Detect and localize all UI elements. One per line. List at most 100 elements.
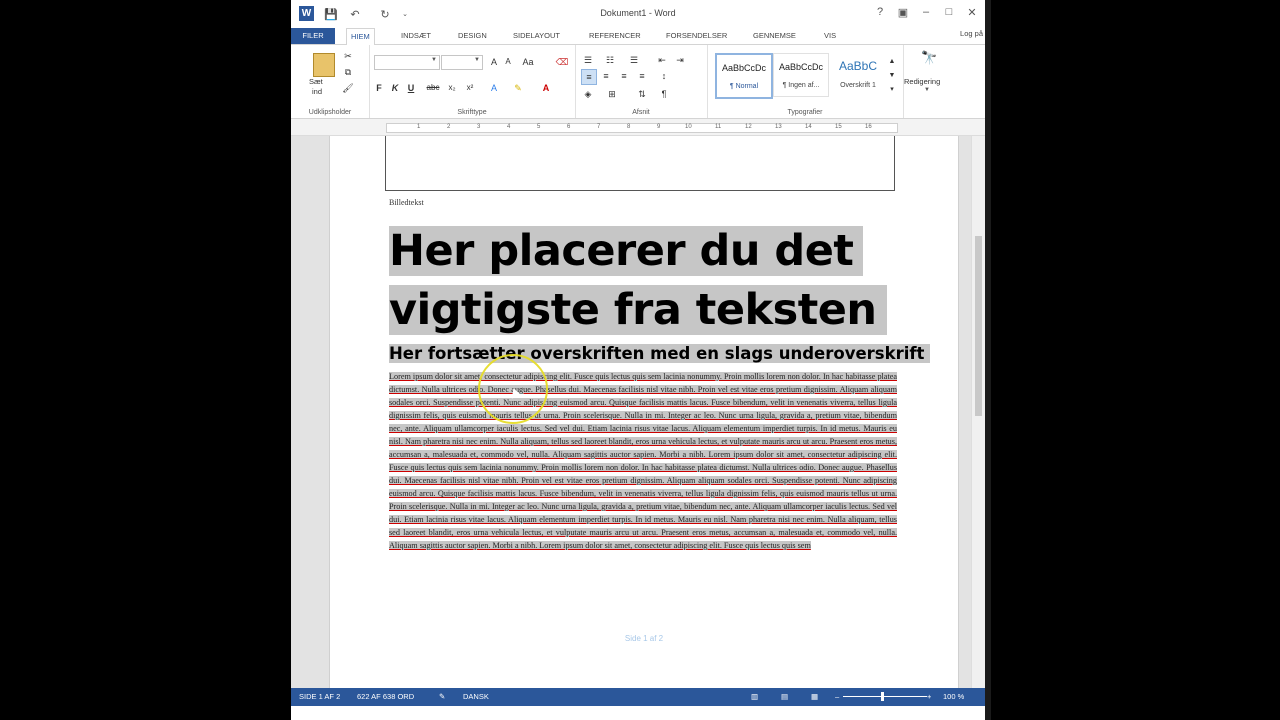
body-text-content: Lorem ipsum dolor sit amet, consectetur … (389, 372, 897, 550)
style-normal-name: ¶ Normal (729, 83, 759, 90)
title-bar: W 💾 ↶ ↻ ⌄ Dokument1 - Word ? ▣ – □ ✕ (291, 0, 985, 28)
ruler-tick: 3 (477, 124, 481, 130)
increase-indent-icon[interactable]: ⇥ (673, 53, 687, 67)
tab-design[interactable]: DESIGN (454, 28, 491, 44)
editing-group: 🔭 Redigering ▼ (903, 45, 953, 118)
bold-button[interactable]: F (372, 81, 386, 95)
show-formatting-icon[interactable]: ¶ (657, 87, 671, 101)
scrollbar-thumb[interactable] (975, 236, 982, 416)
shrink-font-icon[interactable]: A (501, 55, 515, 69)
language[interactable]: DANSK (463, 688, 489, 706)
minimize-icon[interactable]: – (919, 6, 933, 18)
image-caption[interactable]: Billedtekst (389, 198, 424, 207)
ruler-tick: 10 (685, 124, 692, 130)
tab-home[interactable]: HIEM (346, 28, 375, 46)
line-spacing-icon[interactable]: ↕ (657, 69, 671, 83)
document-page[interactable]: Billedtekst Her placerer du det vigtigst… (329, 136, 959, 688)
tab-insert[interactable]: INDSÆT (397, 28, 435, 44)
ruler-tick: 6 (567, 124, 571, 130)
style-heading-1[interactable]: AaBbC Overskrift 1 (830, 53, 886, 97)
zoom-slider[interactable] (843, 696, 927, 697)
help-button[interactable]: ? (873, 6, 887, 18)
page-count[interactable]: SIDE 1 AF 2 (299, 688, 340, 706)
headline[interactable]: Her placerer du det vigtigste fra tekste… (389, 222, 949, 340)
tab-layout[interactable]: SIDELAYOUT (509, 28, 564, 44)
font-size-combo[interactable]: ▼ (441, 55, 483, 70)
paste-label-2[interactable]: ind (312, 87, 322, 96)
tab-file[interactable]: FILER (291, 28, 335, 44)
tab-references[interactable]: REFERENCER (585, 28, 645, 44)
styles-more-icon[interactable]: ▾ (885, 83, 899, 97)
sign-in-link[interactable]: Log på (960, 28, 983, 40)
ruler-tick: 14 (805, 124, 812, 130)
style-no-spacing[interactable]: AaBbCcDc ¶ Ingen af... (773, 53, 829, 97)
copy-icon[interactable]: ⧉ (341, 65, 355, 79)
subheadline[interactable]: Her fortsætter overskriften med en slags… (389, 343, 931, 365)
background-strip (985, 0, 991, 720)
maximize-icon[interactable]: □ (942, 6, 956, 18)
editing-dropdown-icon[interactable]: ▼ (924, 87, 930, 93)
body-text[interactable]: Lorem ipsum dolor sit amet, consectetur … (389, 370, 897, 606)
align-right-icon[interactable]: ≡ (617, 69, 631, 83)
borders-icon[interactable]: ⊞ (605, 87, 619, 101)
zoom-level[interactable]: 100 % (943, 688, 964, 706)
ruler-tick: 16 (865, 124, 872, 130)
shading-icon[interactable]: ◈ (581, 87, 595, 101)
multilevel-list-icon[interactable]: ☰ (627, 53, 641, 67)
style-normal[interactable]: AaBbCcDc ¶ Normal (715, 53, 773, 99)
tab-mailings[interactable]: FORSENDELSER (662, 28, 731, 44)
bullets-icon[interactable]: ☰ (581, 53, 595, 67)
numbering-icon[interactable]: ☷ (603, 53, 617, 67)
print-layout-icon[interactable]: ▤ (781, 688, 788, 706)
sort-icon[interactable]: ⇅ (635, 87, 649, 101)
superscript-icon[interactable]: x² (463, 81, 477, 95)
font-group-label: Skrifttype (457, 109, 487, 116)
paste-icon[interactable] (313, 53, 335, 77)
style-heading-1-name: Overskrift 1 (840, 82, 876, 89)
font-name-combo[interactable]: ▼ (374, 55, 440, 70)
tab-review[interactable]: GENNEMSE (749, 28, 800, 44)
proofing-icon[interactable]: ✎ (439, 688, 445, 706)
highlight-icon[interactable]: ✎ (511, 81, 525, 95)
vertical-scrollbar[interactable] (971, 136, 985, 688)
decrease-indent-icon[interactable]: ⇤ (655, 53, 669, 67)
strikethrough-button[interactable]: abc (426, 81, 440, 95)
styles-scroll-up-icon[interactable]: ▲ (885, 55, 899, 69)
format-painter-icon[interactable]: 🖌 (341, 81, 355, 95)
ruler-tick: 15 (835, 124, 842, 130)
align-left-icon[interactable]: ≡ (581, 69, 597, 85)
underline-button[interactable]: U (404, 81, 418, 95)
image-placeholder[interactable] (385, 136, 895, 191)
cut-icon[interactable]: ✂ (341, 49, 355, 63)
subheadline-text: Her fortsætter overskriften med en slags… (389, 344, 931, 363)
ruler-tick: 13 (775, 124, 782, 130)
word-count[interactable]: 622 AF 638 ORD (357, 688, 414, 706)
page-footer: Side 1 af 2 (624, 634, 664, 643)
zoom-in-icon[interactable]: + (927, 688, 931, 706)
font-color-icon[interactable]: A (539, 81, 553, 95)
zoom-out-icon[interactable]: – (835, 688, 839, 706)
editing-label[interactable]: Redigering (904, 77, 940, 86)
read-mode-icon[interactable]: ▥ (751, 688, 758, 706)
horizontal-ruler[interactable]: 1 2 3 4 5 6 7 8 9 10 11 12 13 14 15 16 (291, 119, 985, 136)
ribbon-display-icon[interactable]: ▣ (896, 6, 910, 19)
document-area: Billedtekst Her placerer du det vigtigst… (291, 136, 971, 688)
status-bar: SIDE 1 AF 2 622 AF 638 ORD ✎ DANSK ▥ ▤ ▦… (291, 688, 985, 706)
binoculars-icon[interactable]: 🔭 (921, 51, 937, 65)
clear-formatting-icon[interactable]: ⌫ (555, 55, 569, 69)
styles-scroll-down-icon[interactable]: ▼ (885, 69, 899, 83)
close-icon[interactable]: ✕ (965, 6, 979, 19)
italic-button[interactable]: K (388, 81, 402, 95)
style-no-spacing-name: ¶ Ingen af... (782, 82, 820, 89)
subscript-icon[interactable]: x₂ (445, 81, 459, 95)
tab-view[interactable]: VIS (820, 28, 840, 44)
paste-label[interactable]: Sæt (309, 77, 323, 86)
change-case-icon[interactable]: Aa (521, 55, 535, 69)
text-effects-icon[interactable]: A (487, 81, 501, 95)
ruler-tick: 1 (417, 124, 421, 130)
justify-icon[interactable]: ≡ (635, 69, 649, 83)
web-layout-icon[interactable]: ▦ (811, 688, 818, 706)
align-center-icon[interactable]: ≡ (599, 69, 613, 83)
zoom-slider-knob[interactable] (881, 692, 884, 701)
grow-font-icon[interactable]: A (487, 55, 501, 69)
